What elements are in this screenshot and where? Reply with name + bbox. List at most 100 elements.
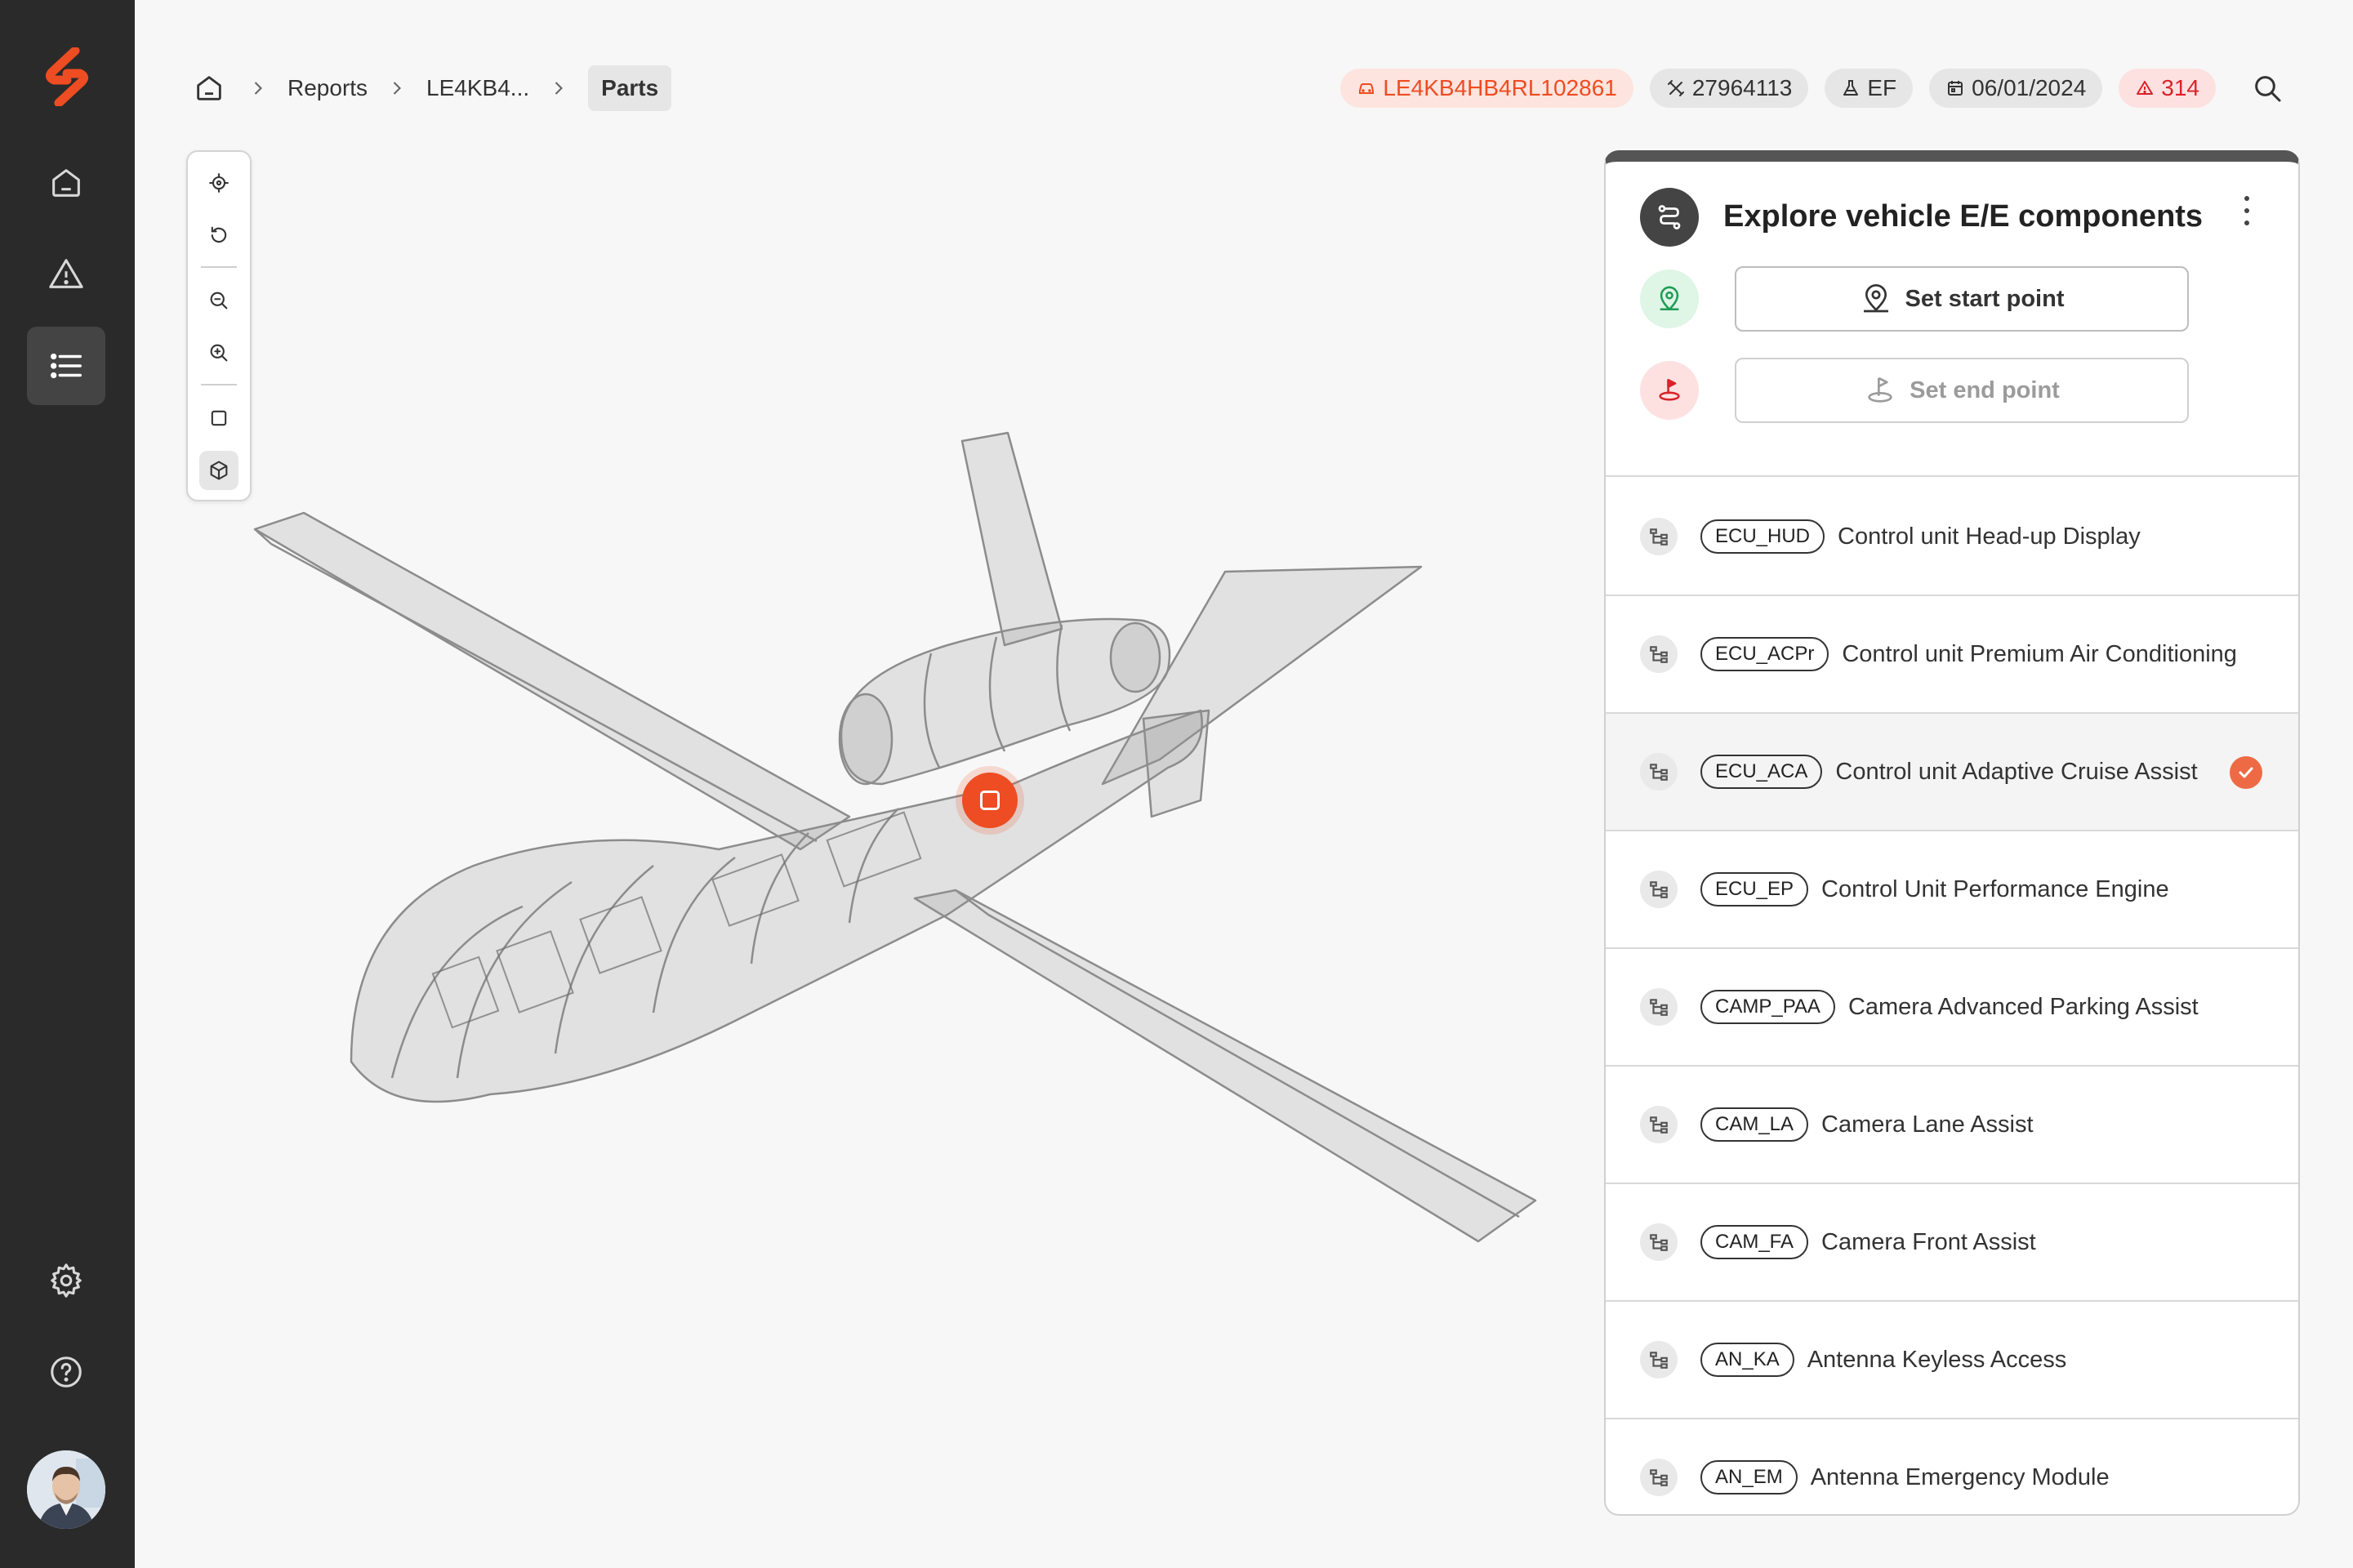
zoom-out-button[interactable] [199, 281, 238, 320]
component-name: Control unit Head-up Display [1838, 523, 2141, 550]
hierarchy-icon [1640, 753, 1678, 791]
chip-date[interactable]: 06/01/2024 [1929, 69, 2103, 108]
component-row-ecu-aca[interactable]: ECU_ACA Control unit Adaptive Cruise Ass… [1606, 714, 2298, 831]
stop-icon [980, 791, 1000, 810]
component-name: Camera Front Assist [1821, 1228, 2036, 1255]
warning-icon [49, 259, 83, 288]
chip-alerts[interactable]: 314 [2119, 69, 2216, 108]
panel-title: Explore vehicle E/E components [1723, 199, 2204, 234]
component-code: AN_EM [1700, 1460, 1798, 1494]
chip-lab-label: EF [1867, 75, 1897, 100]
breadcrumb: Reports LE4KB4... Parts [189, 65, 672, 111]
component-row-cam-la[interactable]: CAM_LA Camera Lane Assist [1606, 1067, 2298, 1184]
breadcrumb-reports[interactable]: Reports [287, 75, 368, 101]
2d-view-button[interactable] [199, 399, 238, 438]
set-start-point-button[interactable]: Set start point [1735, 266, 2189, 332]
breadcrumb-current: Parts [588, 65, 672, 111]
panel-header: Explore vehicle E/E components Set start… [1606, 162, 2298, 477]
hierarchy-icon [1640, 988, 1678, 1026]
component-list: ECU_HUD Control unit Head-up Display ECU… [1606, 479, 2298, 1514]
component-row-an-ka[interactable]: AN_KA Antenna Keyless Access [1606, 1302, 2298, 1419]
3d-view-button[interactable] [199, 451, 238, 490]
kebab-dot [2244, 208, 2249, 213]
hierarchy-icon [1640, 1106, 1678, 1143]
map-pin-icon [1863, 284, 1888, 313]
chip-part-number-label: 27964113 [1691, 75, 1793, 100]
check-icon [2230, 756, 2262, 789]
chip-part-number[interactable]: 27964113 [1649, 69, 1809, 108]
component-row-ecu-ep[interactable]: ECU_EP Control Unit Performance Engine [1606, 831, 2298, 949]
chip-lab[interactable]: EF [1825, 69, 1914, 108]
flask-icon [1843, 80, 1859, 96]
component-code: ECU_ACPr [1700, 637, 1829, 671]
aircraft-3d-model[interactable] [245, 408, 1552, 1307]
kebab-dot [2244, 196, 2249, 201]
start-point-indicator [1640, 270, 1699, 328]
toolbar-divider [201, 384, 237, 385]
hierarchy-icon [1640, 635, 1678, 673]
set-end-point-button[interactable]: Set end point [1735, 358, 2189, 423]
chevron-right-icon [393, 82, 402, 95]
toolbar-divider [201, 266, 237, 268]
component-name: Control Unit Performance Engine [1821, 875, 2169, 902]
hierarchy-icon [1640, 871, 1678, 908]
component-code: ECU_EP [1700, 872, 1809, 906]
gear-icon [51, 1263, 82, 1298]
hierarchy-icon [1640, 1341, 1678, 1379]
chevron-right-icon [254, 82, 262, 95]
sidebar [0, 0, 135, 1568]
component-name: Antenna Emergency Module [1810, 1463, 2110, 1490]
component-name: Camera Advanced Parking Assist [1847, 993, 2199, 1020]
nav-help-button[interactable] [27, 1333, 105, 1411]
car-icon [1359, 83, 1375, 94]
breadcrumb-home-button[interactable] [189, 69, 229, 108]
list-icon [51, 353, 82, 379]
crosshair-icon [209, 173, 229, 193]
chip-vin-label: LE4KB4HB4RL102861 [1383, 75, 1617, 100]
search-button[interactable] [2248, 69, 2287, 108]
cube-icon [210, 461, 228, 480]
component-row-an-em[interactable]: AN_EM Antenna Emergency Module [1606, 1419, 2298, 1514]
component-code: CAM_LA [1700, 1107, 1809, 1142]
nav-alerts-button[interactable] [27, 235, 105, 314]
more-options-button[interactable] [2235, 193, 2259, 229]
component-row-ecu-acpr[interactable]: ECU_ACPr Control unit Premium Air Condit… [1606, 596, 2298, 714]
zoom-in-button[interactable] [199, 333, 238, 372]
component-row-camp-paa[interactable]: CAMP_PAA Camera Advanced Parking Assist [1606, 949, 2298, 1067]
home-icon [197, 76, 221, 100]
square-icon [211, 410, 227, 426]
nav-home-button[interactable] [27, 144, 105, 222]
vehicle-info-chips: LE4KB4HB4RL102861 27964113 EF 06/01/2024… [1340, 69, 2216, 108]
map-pin-icon [1660, 286, 1679, 311]
breadcrumb-vehicle[interactable]: LE4KB4... [426, 75, 529, 101]
component-code: AN_KA [1700, 1343, 1794, 1377]
hierarchy-icon [1640, 518, 1678, 555]
component-code: CAM_FA [1700, 1225, 1809, 1259]
component-name: Antenna Keyless Access [1807, 1346, 2067, 1373]
component-row-cam-fa[interactable]: CAM_FA Camera Front Assist [1606, 1184, 2298, 1302]
chip-alerts-label: 314 [2161, 75, 2199, 100]
component-name: Control unit Adaptive Cruise Assist [1835, 758, 2198, 785]
tools-icon [1667, 80, 1684, 96]
reset-view-button[interactable] [199, 216, 238, 255]
calendar-icon [1948, 81, 1963, 96]
component-code: ECU_HUD [1700, 519, 1825, 554]
component-code: CAMP_PAA [1700, 990, 1835, 1024]
flag-pin-icon [1868, 376, 1892, 403]
nav-settings-button[interactable] [27, 1241, 105, 1320]
selected-component-marker[interactable] [962, 773, 1018, 828]
set-end-point-label: Set end point [1910, 376, 2060, 403]
search-icon [2255, 76, 2281, 102]
user-avatar[interactable] [27, 1450, 105, 1529]
hierarchy-icon [1640, 1223, 1678, 1261]
nav-list-button[interactable] [27, 327, 105, 405]
component-row-ecu-hud[interactable]: ECU_HUD Control unit Head-up Display [1606, 479, 2298, 596]
brand-logo[interactable] [42, 46, 91, 108]
route-icon [1640, 188, 1699, 247]
component-name: Camera Lane Assist [1821, 1111, 2034, 1138]
chip-vin[interactable]: LE4KB4HB4RL102861 [1340, 69, 1633, 108]
help-icon [51, 1356, 82, 1388]
component-code: ECU_ACA [1700, 755, 1823, 789]
end-point-indicator [1640, 361, 1699, 420]
recenter-button[interactable] [199, 163, 238, 203]
